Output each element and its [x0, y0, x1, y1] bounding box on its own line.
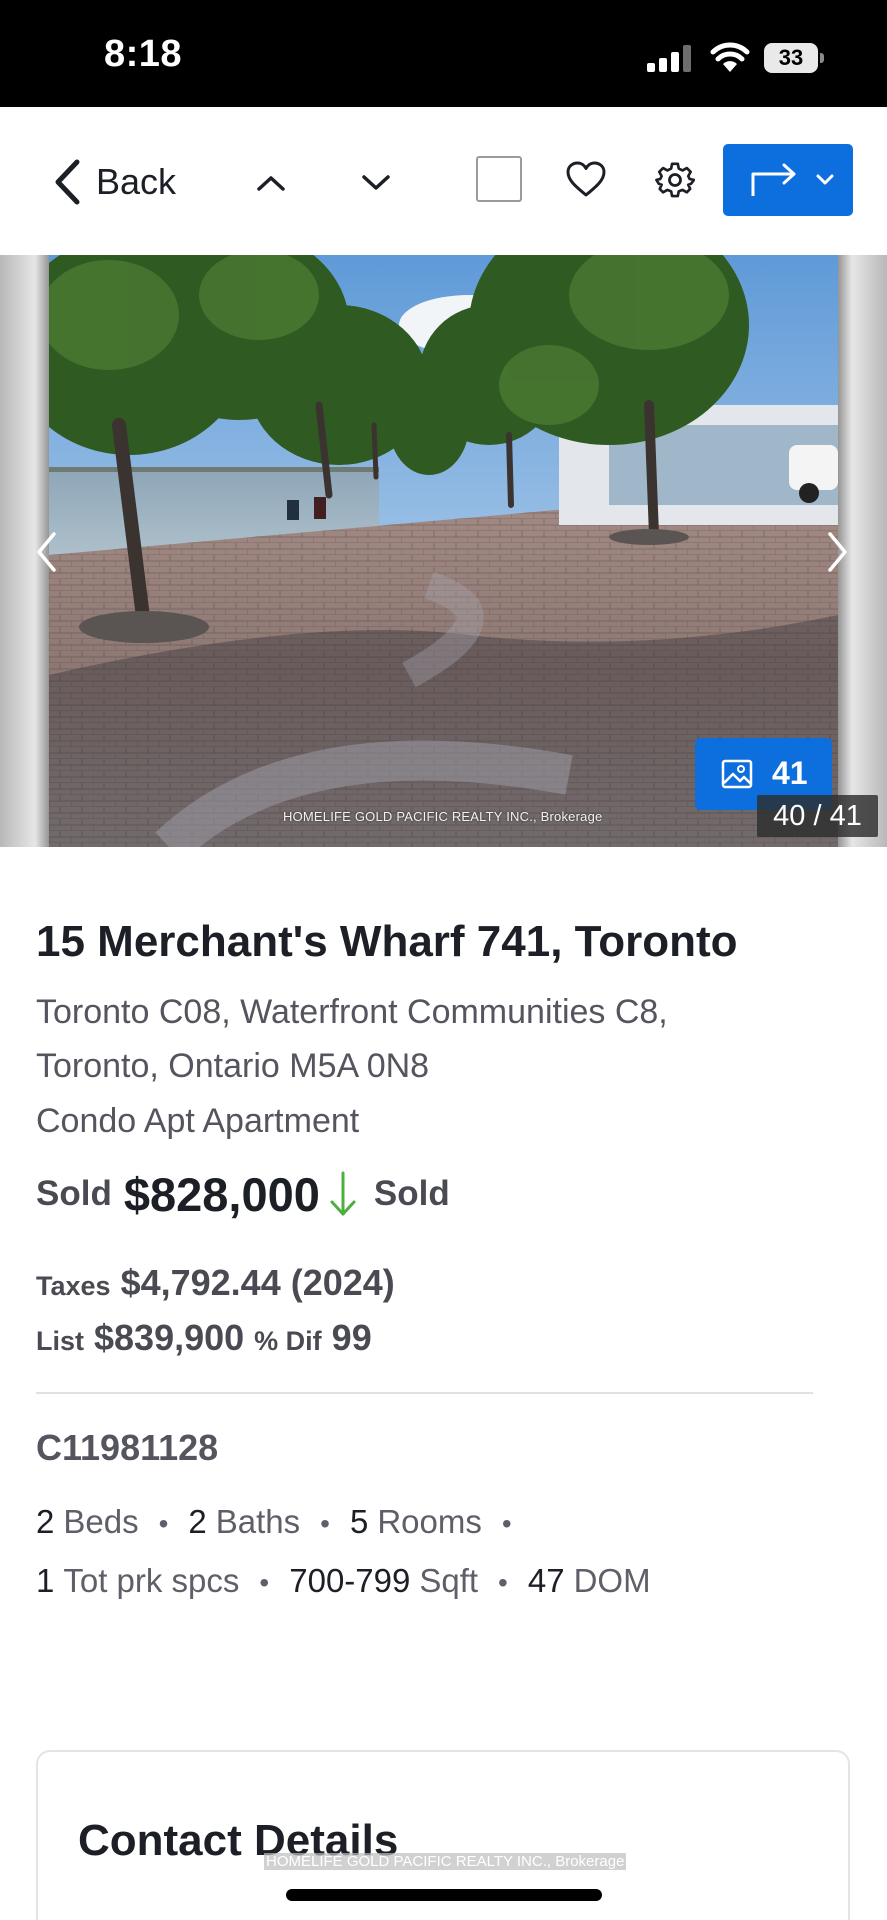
taxes-label: Taxes — [36, 1271, 111, 1301]
select-checkbox[interactable] — [476, 156, 522, 202]
favorite-button[interactable] — [563, 157, 609, 201]
photo-count: 41 — [772, 755, 808, 791]
photo-credit: HOMELIFE GOLD PACIFIC REALTY INC., Broke… — [283, 809, 603, 824]
status-bar: 8:18 33 — [0, 0, 887, 107]
listing-toolbar: Back — [0, 107, 887, 255]
share-button[interactable] — [723, 144, 853, 216]
baths-label: Baths — [215, 1503, 301, 1540]
heart-icon — [566, 161, 606, 197]
separator-dot: • — [498, 1567, 508, 1598]
wifi-icon — [710, 42, 750, 72]
sold-label: Sold — [36, 1174, 112, 1213]
battery-level: 33 — [764, 43, 818, 73]
status-label: Sold — [373, 1174, 450, 1213]
next-listing-button[interactable] — [355, 162, 397, 204]
previous-photo-arrow[interactable] — [34, 530, 60, 574]
photo-carousel[interactable]: HOMELIFE GOLD PACIFIC REALTY INC., Broke… — [0, 255, 887, 847]
cellular-signal-icon — [647, 44, 693, 72]
mls-number: C11981128 — [36, 1427, 219, 1468]
list-label: List — [36, 1326, 85, 1356]
sold-price: $828,000 — [123, 1167, 320, 1221]
previous-listing-button[interactable] — [250, 162, 292, 204]
chevron-down-icon — [362, 175, 390, 190]
property-type: Condo Apt Apartment — [36, 1102, 360, 1140]
gear-icon — [655, 162, 695, 198]
back-button[interactable]: Back — [50, 155, 176, 209]
sold-price-row: Sold $828,000 Sold — [36, 1166, 450, 1222]
chevron-left-icon — [55, 159, 80, 205]
settings-button[interactable] — [652, 157, 698, 203]
parking-value: 1 — [36, 1562, 55, 1599]
battery-icon: 33 — [764, 43, 824, 73]
dif-value: 99 — [331, 1317, 372, 1358]
image-icon — [721, 759, 753, 789]
separator-dot: • — [320, 1508, 330, 1539]
status-time: 8:18 — [104, 33, 183, 75]
dom-label: DOM — [573, 1562, 651, 1599]
stats-row-1: 2 Beds • 2 Baths • 5 Rooms • — [36, 1503, 532, 1541]
address-line-2: Toronto, Ontario M5A 0N8 — [36, 1047, 430, 1085]
parking-label: Tot prk spcs — [63, 1562, 240, 1599]
back-label: Back — [96, 161, 177, 202]
taxes-row: Taxes $4,792.44 (2024) — [36, 1262, 395, 1304]
next-photo-arrow[interactable] — [824, 530, 850, 574]
taxes-value: $4,792.44 (2024) — [120, 1262, 395, 1303]
sqft-label: Sqft — [419, 1562, 479, 1599]
list-price-row: List $839,900 % Dif 99 — [36, 1317, 372, 1359]
baths-value: 2 — [188, 1503, 207, 1540]
chevron-down-icon — [816, 174, 834, 185]
home-indicator[interactable] — [286, 1889, 602, 1901]
divider — [36, 1392, 813, 1394]
rooms-value: 5 — [349, 1503, 369, 1540]
rooms-label: Rooms — [377, 1503, 482, 1540]
dif-label: % Dif — [254, 1326, 322, 1356]
footer-photo-credit: HOMELIFE GOLD PACIFIC REALTY INC., Broke… — [264, 1853, 627, 1870]
share-arrow-icon — [751, 163, 796, 196]
dom-value: 47 — [527, 1562, 565, 1599]
chevron-up-icon — [257, 176, 285, 191]
separator-dot: • — [259, 1567, 270, 1598]
sqft-value: 700-799 — [289, 1562, 411, 1599]
address-line-1: Toronto C08, Waterfront Communities C8, — [36, 993, 668, 1031]
beds-value: 2 — [36, 1503, 55, 1540]
beds-label: Beds — [63, 1503, 139, 1540]
separator-dot: • — [501, 1508, 512, 1539]
stats-row-2: 1 Tot prk spcs • 700-799 Sqft • 47 DOM — [36, 1562, 651, 1600]
photo-index: 40 / 41 — [757, 795, 878, 837]
separator-dot: • — [158, 1508, 169, 1539]
listing-title: 15 Merchant's Wharf 741, Toronto — [36, 917, 738, 966]
list-price: $839,900 — [94, 1317, 245, 1358]
arrow-down-icon — [330, 1171, 356, 1216]
